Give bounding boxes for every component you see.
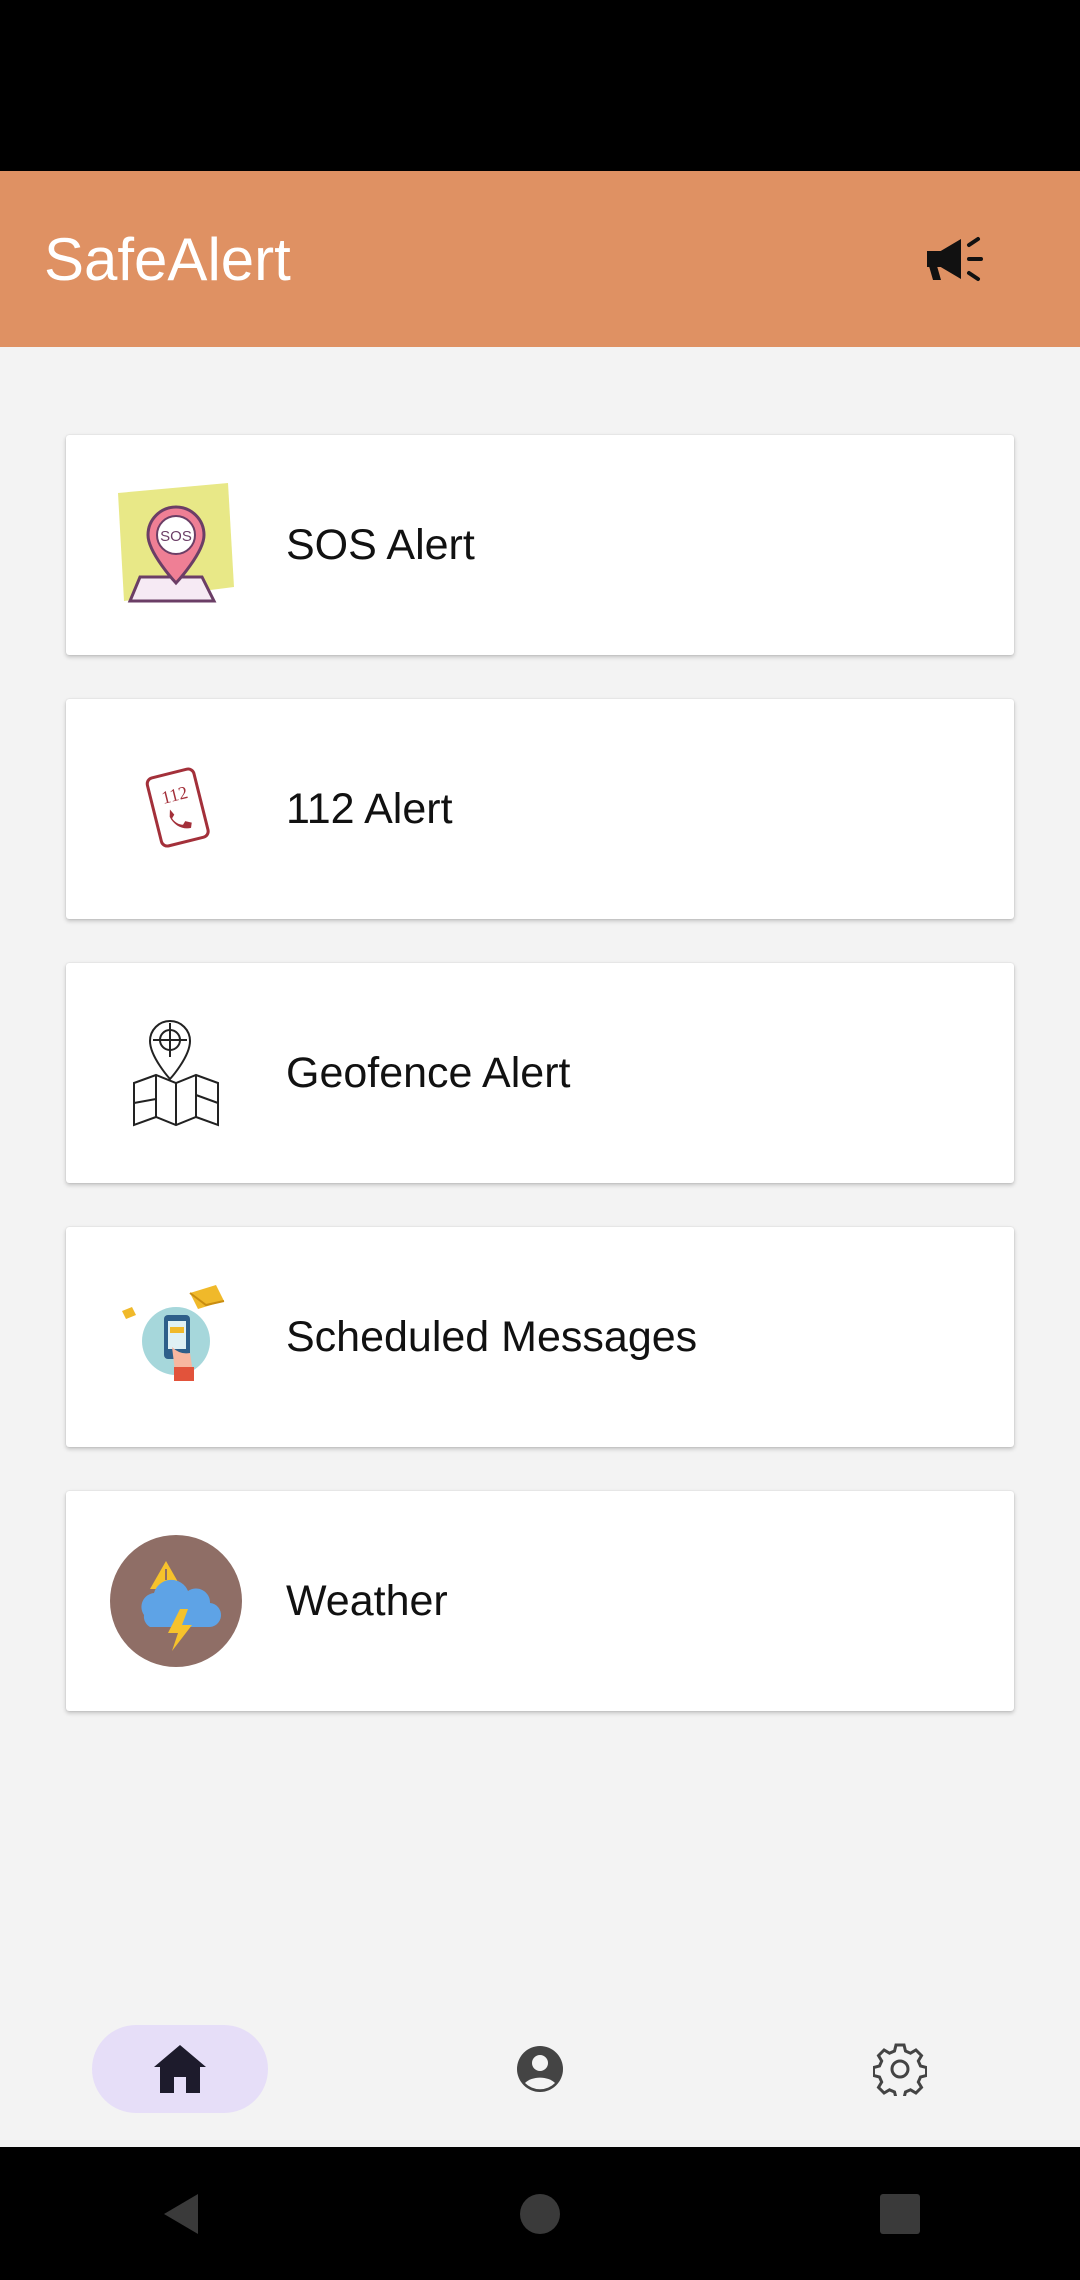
announce-button[interactable]: [900, 204, 1010, 314]
card-weather[interactable]: Weather: [66, 1491, 1014, 1711]
card-geofence-alert[interactable]: Geofence Alert: [66, 963, 1014, 1183]
phone-message-icon: [110, 1271, 242, 1403]
system-back-button[interactable]: [115, 2169, 245, 2259]
bottom-navigation: [0, 1990, 1080, 2147]
app-title: SafeAlert: [44, 225, 291, 293]
home-circle-icon: [520, 2193, 560, 2234]
card-label: 112 Alert: [286, 784, 453, 833]
svg-text:SOS: SOS: [160, 528, 192, 545]
card-scheduled-messages[interactable]: Scheduled Messages: [66, 1227, 1014, 1447]
system-home-button[interactable]: [475, 2169, 605, 2259]
card-label: Geofence Alert: [286, 1048, 571, 1097]
card-label: SOS Alert: [286, 520, 475, 569]
sos-location-icon: SOS: [110, 479, 242, 611]
back-icon: [164, 2193, 198, 2234]
card-label: Scheduled Messages: [286, 1312, 698, 1361]
card-sos-alert[interactable]: SOS SOS Alert: [66, 435, 1014, 655]
system-recents-button[interactable]: [835, 2169, 965, 2259]
feature-list: SOS SOS Alert 112 112 Alert Geofence Ale…: [66, 435, 1014, 1755]
home-icon: [154, 2044, 206, 2093]
account-circle-icon: [517, 2045, 563, 2092]
nav-profile[interactable]: [452, 2025, 628, 2113]
gear-icon: [873, 2043, 927, 2096]
nav-settings[interactable]: [812, 2025, 988, 2113]
map-pin-icon: [110, 1007, 242, 1139]
phone-112-icon: 112: [110, 743, 242, 875]
recents-icon: [880, 2193, 920, 2234]
card-label: Weather: [286, 1576, 448, 1625]
status-bar: [0, 0, 1080, 171]
card-112-alert[interactable]: 112 112 Alert: [66, 699, 1014, 919]
weather-storm-icon: [110, 1535, 242, 1667]
megaphone-icon: [927, 237, 983, 281]
nav-home[interactable]: [92, 2024, 268, 2113]
system-navigation-bar: [0, 2147, 1080, 2280]
app-bar: SafeAlert: [0, 171, 1080, 347]
